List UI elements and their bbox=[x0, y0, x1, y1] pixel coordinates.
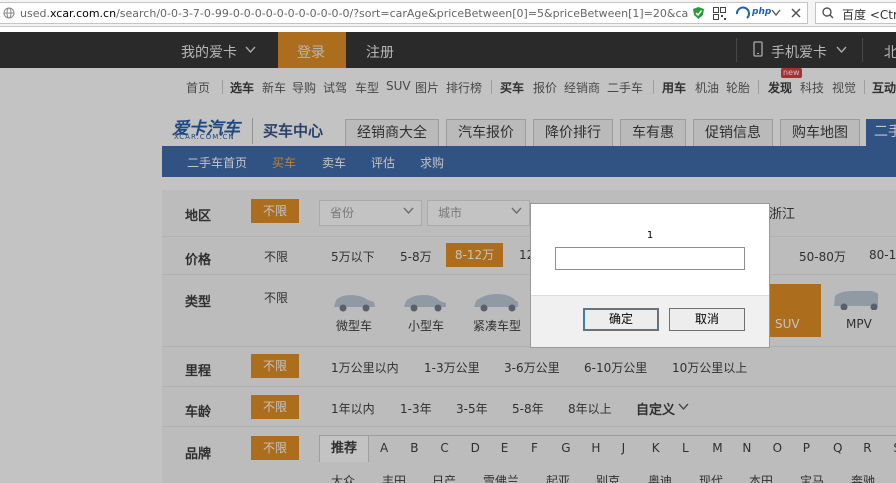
cancel-button[interactable]: 取消 bbox=[669, 308, 745, 331]
search-placeholder: 百度 <Ctrl bbox=[842, 8, 896, 22]
php-extension-icon[interactable] bbox=[735, 6, 751, 21]
prompt-dialog: 1 确定 取消 bbox=[530, 203, 770, 348]
address-bar[interactable]: used.xcar.com.cn/search/0-0-3-7-0-99-0-0… bbox=[0, 2, 808, 24]
ok-button[interactable]: 确定 bbox=[583, 308, 659, 331]
search-icon bbox=[822, 7, 834, 19]
close-icon[interactable] bbox=[791, 8, 801, 18]
chevron-down-icon[interactable] bbox=[771, 9, 781, 17]
browser-search-box[interactable]: 百度 <Ctrl bbox=[815, 2, 896, 24]
php-label: php bbox=[752, 7, 772, 17]
prompt-message: 1 bbox=[646, 230, 654, 241]
qr-code-icon[interactable] bbox=[713, 7, 726, 20]
prompt-input[interactable] bbox=[555, 247, 745, 270]
shield-icon[interactable] bbox=[692, 6, 705, 20]
url-text: used.xcar.com.cn/search/0-0-3-7-0-99-0-0… bbox=[20, 7, 688, 20]
globe-icon bbox=[3, 7, 15, 19]
